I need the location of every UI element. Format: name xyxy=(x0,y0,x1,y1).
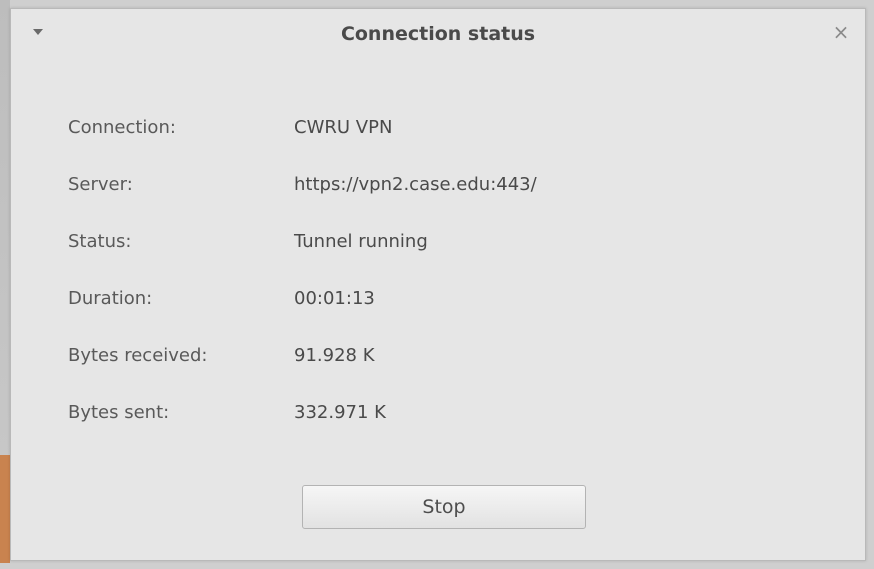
bytes-sent-label: Bytes sent: xyxy=(68,402,170,423)
desktop-background xyxy=(0,0,10,569)
info-row-server: Server: https://vpn2.case.edu:443/ xyxy=(11,174,831,204)
connection-label: Connection: xyxy=(68,117,176,138)
duration-label: Duration: xyxy=(68,288,153,309)
dialog-title: Connection status xyxy=(340,23,536,45)
info-row-connection: Connection: CWRU VPN xyxy=(11,117,831,147)
title-bar: Connection status × xyxy=(11,9,865,59)
status-value: Tunnel running xyxy=(294,231,428,252)
bytes-received-value: 91.928 K xyxy=(294,345,375,366)
duration-value: 00:01:13 xyxy=(294,288,375,309)
server-label: Server: xyxy=(68,174,133,195)
server-value: https://vpn2.case.edu:443/ xyxy=(294,174,537,195)
connection-value: CWRU VPN xyxy=(294,117,393,138)
bytes-received-label: Bytes received: xyxy=(68,345,208,366)
info-row-bytes-sent: Bytes sent: 332.971 K xyxy=(11,402,831,432)
connection-status-dialog: Connection status × Connection: CWRU VPN… xyxy=(10,8,866,561)
info-row-bytes-received: Bytes received: 91.928 K xyxy=(11,345,831,375)
desktop-background-bottom xyxy=(0,563,874,569)
stop-button[interactable]: Stop xyxy=(302,485,586,529)
status-label: Status: xyxy=(68,231,132,252)
close-icon[interactable]: × xyxy=(831,21,851,43)
bytes-sent-value: 332.971 K xyxy=(294,402,386,423)
info-row-status: Status: Tunnel running xyxy=(11,231,831,261)
info-row-duration: Duration: 00:01:13 xyxy=(11,288,831,318)
